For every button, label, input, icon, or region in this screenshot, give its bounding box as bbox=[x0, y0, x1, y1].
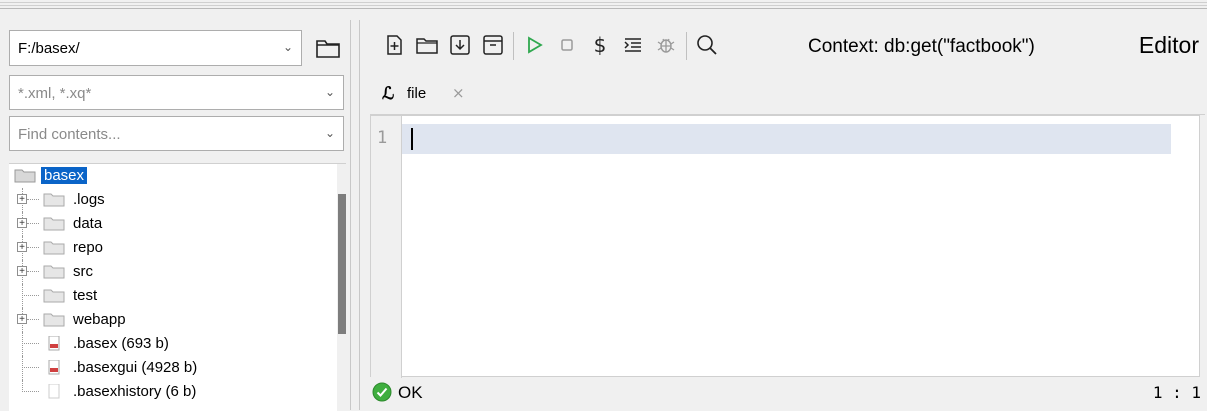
path-value: F:/basex/ bbox=[18, 40, 80, 57]
open-folder-icon bbox=[416, 38, 438, 54]
folder-icon bbox=[43, 313, 65, 327]
variables-button[interactable]: $ bbox=[588, 33, 614, 57]
dollar-icon: $ bbox=[594, 33, 607, 57]
expand-icon[interactable]: + bbox=[17, 218, 27, 229]
format-icon bbox=[624, 38, 641, 52]
archive-icon bbox=[483, 35, 503, 55]
editor-tabbar: ℒ file ⨯ bbox=[370, 66, 1205, 115]
tree-item-repo[interactable]: + repo bbox=[9, 236, 329, 260]
tree-item-data[interactable]: + data bbox=[9, 212, 329, 236]
find-contents-placeholder: Find contents... bbox=[18, 126, 121, 143]
expand-icon[interactable]: + bbox=[17, 194, 27, 205]
config-file-icon bbox=[48, 336, 60, 351]
tree-item-src[interactable]: + src bbox=[9, 260, 329, 284]
tree-scrollbar[interactable] bbox=[337, 164, 346, 411]
stop-button[interactable] bbox=[555, 33, 581, 57]
tree-item-basexgui-file[interactable]: .basexgui (4928 b) bbox=[9, 356, 329, 380]
tree-item-label: test bbox=[73, 287, 98, 304]
debug-icon bbox=[657, 38, 675, 53]
code-editor[interactable]: 1 bbox=[370, 115, 1200, 378]
tree-item-logs[interactable]: + .logs bbox=[9, 188, 329, 212]
current-line-highlight bbox=[402, 124, 1171, 154]
tree-item-test[interactable]: test bbox=[9, 284, 329, 308]
search-icon bbox=[697, 35, 717, 55]
line-number-gutter: 1 bbox=[371, 116, 402, 378]
folder-icon bbox=[316, 40, 340, 58]
tree-item-webapp[interactable]: + webapp bbox=[9, 308, 329, 332]
project-panel: F:/basex/ ⌄ *.xml, *.xq* ⌄ Find contents… bbox=[0, 20, 350, 411]
search-button[interactable] bbox=[695, 33, 721, 57]
file-tree: basex + .logs + data + repo + src test +… bbox=[9, 163, 346, 411]
archive-button[interactable] bbox=[481, 33, 507, 57]
expand-icon[interactable]: + bbox=[17, 266, 27, 277]
path-combobox[interactable]: F:/basex/ ⌄ bbox=[9, 30, 302, 66]
folder-icon bbox=[43, 241, 65, 255]
file-filter-placeholder: *.xml, *.xq* bbox=[18, 85, 92, 102]
tree-item-label: .basexhistory (6 b) bbox=[73, 383, 197, 400]
line-number: 1 bbox=[377, 128, 388, 148]
folder-icon bbox=[14, 169, 36, 183]
scrollbar-thumb[interactable] bbox=[338, 194, 346, 334]
tree-item-label: src bbox=[73, 263, 93, 280]
tree-item-label: .logs bbox=[73, 191, 105, 208]
folder-icon bbox=[43, 217, 65, 231]
format-button[interactable] bbox=[621, 33, 647, 57]
run-icon bbox=[528, 36, 543, 54]
tree-item-basex[interactable]: basex bbox=[9, 164, 329, 188]
chevron-down-icon[interactable]: ⌄ bbox=[283, 40, 293, 54]
browse-folder-button[interactable] bbox=[315, 36, 341, 60]
file-filter-combobox[interactable]: *.xml, *.xq* ⌄ bbox=[9, 75, 344, 110]
tree-item-label: basex bbox=[41, 167, 88, 184]
expand-icon[interactable]: + bbox=[17, 314, 27, 325]
query-context: Context: db:get("factbook") bbox=[808, 36, 1035, 57]
folder-icon bbox=[43, 193, 65, 207]
find-contents-combobox[interactable]: Find contents... ⌄ bbox=[9, 116, 344, 151]
path-row: F:/basex/ ⌄ bbox=[9, 30, 344, 66]
folder-icon bbox=[43, 265, 65, 279]
svg-text:$: $ bbox=[594, 33, 607, 57]
tab-file[interactable]: ℒ file ⨯ bbox=[372, 76, 484, 114]
chevron-down-icon[interactable]: ⌄ bbox=[325, 126, 335, 140]
save-icon bbox=[450, 35, 470, 55]
new-file-icon bbox=[387, 35, 402, 55]
debug-button[interactable] bbox=[654, 33, 680, 57]
stop-icon bbox=[561, 39, 573, 51]
window-top-border bbox=[0, 0, 1207, 9]
cursor-position: 1 : 1 bbox=[1152, 383, 1201, 402]
tree-item-label: .basexgui (4928 b) bbox=[73, 359, 198, 376]
new-file-button[interactable] bbox=[382, 33, 408, 57]
tab-label: file bbox=[407, 85, 427, 102]
xquery-file-icon: ℒ bbox=[382, 84, 395, 103]
check-circle-icon bbox=[372, 382, 392, 402]
editor-panel: $ Context: db:get("factbook") Editor ℒ f… bbox=[360, 20, 1207, 410]
file-icon bbox=[48, 384, 60, 399]
editor-toolbar: $ Context: db:get("factbook") Editor bbox=[360, 20, 1207, 64]
run-button[interactable] bbox=[522, 33, 548, 57]
chevron-down-icon[interactable]: ⌄ bbox=[325, 85, 335, 99]
status-message: OK bbox=[398, 383, 423, 402]
tree-item-basex-file[interactable]: .basex (693 b) bbox=[9, 332, 329, 356]
tree-item-label: data bbox=[73, 215, 103, 232]
expand-icon[interactable]: + bbox=[17, 242, 27, 253]
tree-item-label: repo bbox=[73, 239, 104, 256]
panel-splitter[interactable] bbox=[350, 20, 360, 410]
folder-icon bbox=[43, 289, 65, 303]
text-cursor bbox=[411, 128, 413, 150]
tree-item-label: webapp bbox=[73, 311, 126, 328]
save-button[interactable] bbox=[448, 33, 474, 57]
status-bar: OK 1 : 1 bbox=[370, 375, 1207, 410]
config-file-icon bbox=[48, 360, 60, 375]
close-icon[interactable]: ⨯ bbox=[452, 84, 465, 102]
open-file-button[interactable] bbox=[415, 33, 441, 57]
panel-title: Editor bbox=[1138, 32, 1199, 58]
tree-item-label: .basex (693 b) bbox=[73, 335, 169, 352]
tree-item-basexhistory-file[interactable]: .basexhistory (6 b) bbox=[9, 380, 329, 404]
